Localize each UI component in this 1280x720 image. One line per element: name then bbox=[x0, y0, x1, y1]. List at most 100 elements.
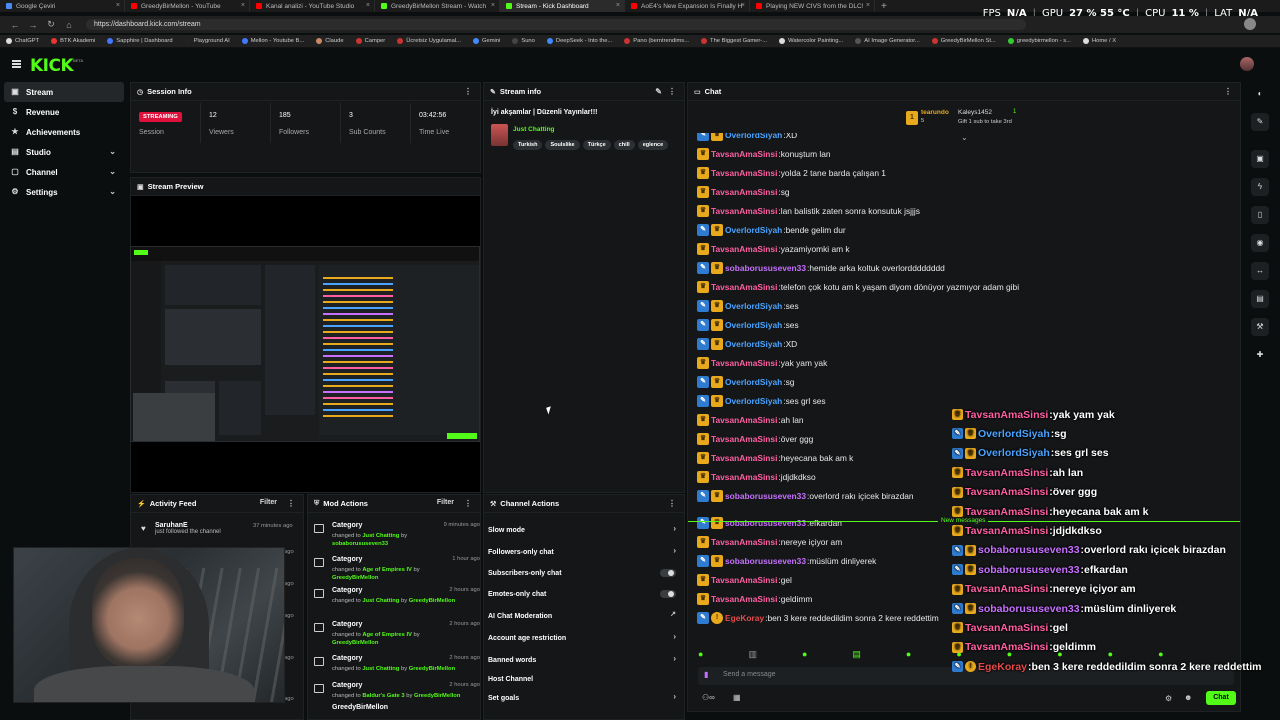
chat-username[interactable]: TavsanAmaSinsi bbox=[711, 187, 777, 197]
filter-button[interactable]: Filter bbox=[437, 499, 454, 506]
new-tab-icon[interactable]: + bbox=[881, 1, 887, 12]
chat-username[interactable]: OverlordSiyah bbox=[978, 447, 1050, 459]
menu-icon[interactable] bbox=[12, 60, 21, 68]
chat-username[interactable]: TavsanAmaSinsi bbox=[711, 537, 777, 547]
chat-username[interactable]: OverlordSiyah bbox=[725, 133, 782, 140]
channel-action-account-age-restriction[interactable]: Account age restriction › bbox=[488, 630, 680, 646]
bookmark-item[interactable]: Playground AI bbox=[184, 38, 230, 44]
dark-mode-icon[interactable]: ◐ bbox=[1251, 85, 1269, 103]
activity-user[interactable]: SaruhanE bbox=[155, 522, 221, 529]
chat-username[interactable]: TavsanAmaSinsi bbox=[965, 641, 1048, 653]
stream-preview-video[interactable] bbox=[130, 246, 480, 442]
chat-username[interactable]: sobaborususeven33 bbox=[978, 544, 1080, 556]
chat-username[interactable]: sobaborususeven33 bbox=[725, 491, 806, 501]
more-options-icon[interactable]: ⋮ bbox=[287, 499, 295, 508]
more-options-icon[interactable]: ⋮ bbox=[668, 87, 676, 96]
chat-username[interactable]: TavsanAmaSinsi bbox=[965, 467, 1048, 479]
emote-icon[interactable]: ● bbox=[906, 649, 911, 663]
chat-username[interactable]: sobaborususeven33 bbox=[978, 603, 1080, 615]
more-options-icon[interactable]: ⋮ bbox=[464, 87, 472, 96]
chat-bubble-icon[interactable]: ◉ bbox=[1251, 234, 1269, 252]
chat-username[interactable]: sobaborususeven33 bbox=[725, 518, 806, 528]
bookmark-item[interactable]: greedybirmellon - s... bbox=[1007, 38, 1071, 44]
sidebar-item-channel[interactable]: ▢ Channel ⌄ bbox=[4, 162, 124, 182]
close-tab-icon[interactable]: × bbox=[491, 2, 495, 9]
toggle-switch[interactable] bbox=[660, 569, 676, 577]
chat-username[interactable]: TavsanAmaSinsi bbox=[711, 206, 777, 216]
mod-action-user[interactable]: GreedyBirMellon bbox=[409, 666, 455, 672]
bookmark-item[interactable]: Gemini bbox=[472, 38, 500, 44]
wrench-icon[interactable]: ⚒ bbox=[1251, 318, 1269, 336]
emote-picker-icon[interactable]: ☻ bbox=[1184, 693, 1192, 702]
bookmark-item[interactable]: Sapphire | Dashboard bbox=[107, 38, 173, 44]
chat-username[interactable]: TavsanAmaSinsi bbox=[711, 282, 777, 292]
browser-tab[interactable]: AoE4's New Expansion Is Finally H × bbox=[625, 0, 750, 12]
mod-action-category[interactable]: Just Chatting bbox=[362, 533, 399, 539]
chat-username[interactable]: TavsanAmaSinsi bbox=[965, 583, 1048, 595]
chat-username[interactable]: TavsanAmaSinsi bbox=[711, 244, 777, 254]
toggle-switch[interactable] bbox=[660, 590, 676, 598]
channel-action-banned-words[interactable]: Banned words › bbox=[488, 652, 680, 668]
chat-username[interactable]: TavsanAmaSinsi bbox=[711, 594, 777, 604]
chat-username[interactable]: TavsanAmaSinsi bbox=[711, 168, 777, 178]
channel-action-ai-chat-moderation[interactable]: AI Chat Moderation ↗ bbox=[488, 608, 680, 624]
chat-username[interactable]: TavsanAmaSinsi bbox=[965, 622, 1048, 634]
back-icon[interactable]: ← bbox=[6, 20, 24, 30]
close-tab-icon[interactable]: × bbox=[116, 2, 120, 9]
emote-icon[interactable]: ● bbox=[698, 649, 703, 663]
bookmark-item[interactable]: Home / X bbox=[1082, 38, 1116, 44]
browser-tab[interactable]: Kanal analizi - YouTube Studio × bbox=[250, 0, 375, 12]
browser-tab[interactable]: GreedyBirMellon Stream - Watch × bbox=[375, 0, 500, 12]
mod-action-user[interactable]: GreedyBirMellon bbox=[332, 575, 378, 581]
mod-action-category[interactable]: Age of Empires IV bbox=[362, 632, 412, 638]
mod-action-category[interactable]: Baldur's Gate 3 bbox=[362, 693, 404, 699]
sidebar-item-revenue[interactable]: $ Revenue bbox=[4, 102, 124, 122]
mod-action-user[interactable]: sobaborususeven33 bbox=[332, 541, 388, 547]
browser-tab[interactable]: Stream - Kick Dashboard × bbox=[500, 0, 625, 12]
kick-logo[interactable]: KICK bbox=[30, 56, 74, 76]
bookmark-item[interactable]: ChatGPT bbox=[6, 38, 39, 44]
chat-username[interactable]: TavsanAmaSinsi bbox=[965, 525, 1048, 537]
chat-username[interactable]: sobaborususeven33 bbox=[978, 564, 1080, 576]
browser-tab[interactable]: Google Çeviri × bbox=[0, 0, 125, 12]
puzzle-icon[interactable]: ✚ bbox=[1251, 346, 1269, 364]
close-tab-icon[interactable]: × bbox=[866, 2, 870, 9]
bookmark-item[interactable]: Ücretsiz Uygulamal... bbox=[397, 38, 461, 44]
chat-username[interactable]: TavsanAmaSinsi bbox=[711, 453, 777, 463]
mod-action-user[interactable]: GreedyBirMellon bbox=[332, 640, 378, 646]
bookmark-item[interactable]: Camper bbox=[355, 38, 385, 44]
gear-icon[interactable]: ⚙ bbox=[1165, 694, 1172, 703]
mod-action-category[interactable]: Age of Empires IV bbox=[362, 567, 412, 573]
forward-icon[interactable]: → bbox=[24, 20, 42, 30]
chat-username[interactable]: OverlordSiyah bbox=[978, 428, 1050, 440]
chat-username[interactable]: OverlordSiyah bbox=[725, 339, 782, 349]
gift-sub-text[interactable]: Gift 1 sub to take 3rd bbox=[958, 119, 1012, 125]
more-options-icon[interactable]: ⋮ bbox=[464, 499, 472, 508]
chat-username[interactable]: OverlordSiyah bbox=[725, 396, 782, 406]
channel-action-host-channel[interactable]: Host Channel bbox=[488, 671, 680, 687]
chat-username[interactable]: sobaborususeven33 bbox=[725, 263, 806, 273]
browser-profile-avatar[interactable] bbox=[1244, 18, 1256, 30]
layout-icon[interactable]: ▣ bbox=[1251, 150, 1269, 168]
bookmark-item[interactable]: AI Image Generator... bbox=[855, 38, 920, 44]
sidebar-item-stream[interactable]: ▣ Stream bbox=[4, 82, 124, 102]
reload-icon[interactable]: ↻ bbox=[42, 19, 60, 30]
leaderboard-second-user[interactable]: Kaleys1452 bbox=[958, 109, 992, 116]
edit-icon[interactable]: ✎ bbox=[655, 87, 662, 96]
bookmark-item[interactable]: Claude bbox=[316, 38, 344, 44]
lightning-icon[interactable]: ϟ bbox=[1251, 178, 1269, 196]
channel-action-followers-only-chat[interactable]: Followers-only chat › bbox=[488, 544, 680, 560]
category-name[interactable]: Just Chatting bbox=[513, 126, 555, 133]
emote-icon[interactable]: ▥ bbox=[748, 649, 757, 663]
close-tab-icon[interactable]: × bbox=[241, 2, 245, 9]
home-icon[interactable]: ⌂ bbox=[60, 20, 78, 30]
chat-username[interactable]: TavsanAmaSinsi bbox=[711, 472, 777, 482]
close-tab-icon[interactable]: × bbox=[366, 2, 370, 9]
bookmark-item[interactable]: Pano (berntrendims... bbox=[624, 38, 689, 44]
mod-action-user[interactable]: GreedyBirMellon bbox=[409, 598, 455, 604]
send-chat-button[interactable]: Chat bbox=[1206, 691, 1236, 705]
close-tab-icon[interactable]: × bbox=[741, 2, 745, 9]
chat-username[interactable]: TavsanAmaSinsi bbox=[711, 358, 777, 368]
sidebar-item-studio[interactable]: ▤ Studio ⌄ bbox=[4, 142, 124, 162]
bookmark-item[interactable]: The Biggest Gamer-... bbox=[701, 38, 767, 44]
